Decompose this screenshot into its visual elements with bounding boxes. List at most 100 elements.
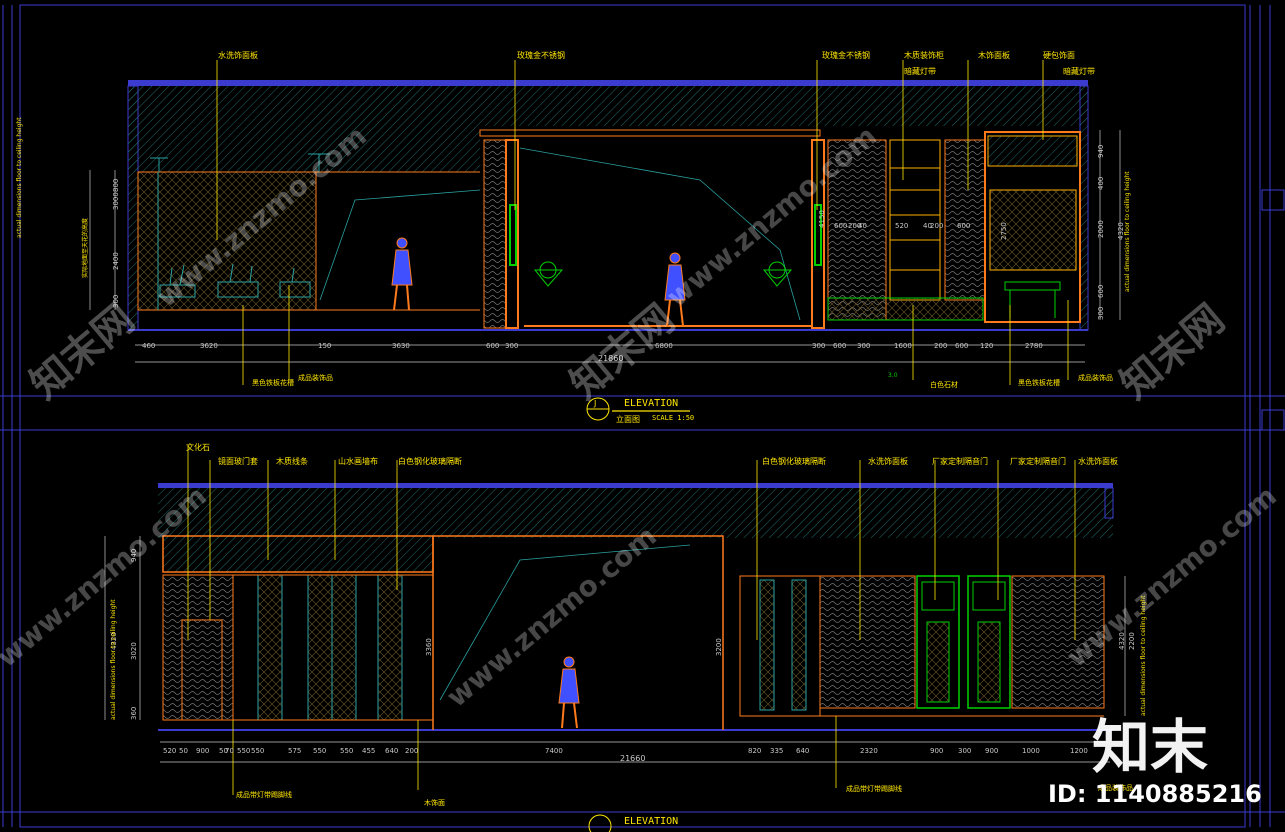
dimension-label: 150 <box>318 342 332 350</box>
callout-code: FB 01 <box>1047 40 1065 47</box>
dimension-label: 40 <box>858 222 867 230</box>
callout-code: WD 04 <box>190 432 211 439</box>
dimension-label: 600 <box>955 342 969 350</box>
dimension-label: 520 <box>895 222 909 230</box>
dimension-label: 800 <box>112 178 120 192</box>
dimension-label: 455 <box>362 747 376 755</box>
dimension-label: 940 <box>1097 144 1105 158</box>
total-width-bottom: 21660 <box>620 754 646 763</box>
callout-text: 黑色铁板花槽 <box>1018 379 1060 387</box>
callout-text: 成品带灯带踢脚线 <box>236 791 292 799</box>
callout-text: 黑色铁板花槽 <box>252 379 294 387</box>
dimension-label: 550 <box>313 747 327 755</box>
callout-code: WD 03 <box>982 40 1003 47</box>
dimension-label: 300 <box>812 342 826 350</box>
dimension-label: 3020 <box>130 642 138 660</box>
callout-code: GL 03 <box>222 446 240 453</box>
dimension-label: 600 <box>833 342 847 350</box>
callout-text: 白色钢化玻璃隔断 <box>762 457 826 466</box>
dimension-label: 820 <box>748 747 762 755</box>
height-note-cn-left: 实际地面至天花的高度 <box>82 217 89 278</box>
dimension-label: 600 <box>1097 284 1105 298</box>
callout-code: MT 02 <box>826 40 845 47</box>
dimension-label: 50 <box>179 747 188 755</box>
callout-code: FB 03 <box>342 446 360 453</box>
callout-text: 成品装饰品 <box>298 374 333 382</box>
dimension-label: 300 <box>1097 306 1105 320</box>
dimension-label: 300 <box>958 747 972 755</box>
dimension-label: 550 <box>237 747 251 755</box>
dimension-label: 200 <box>405 747 419 755</box>
watermark-id: ID: 1140885216 <box>1048 780 1262 808</box>
callout-code: ST 04 <box>1082 446 1100 453</box>
section-tag: 3.0 <box>888 372 898 379</box>
elevation-subtitle-top: 立面图 <box>616 415 640 424</box>
dimension-label: 600 <box>957 222 971 230</box>
dimension-label: 360 <box>130 706 138 720</box>
callout-text: 水洗饰面板 <box>1078 457 1118 466</box>
dimension-label: 200 <box>930 222 944 230</box>
callout-text: 暗藏灯带 <box>904 67 936 76</box>
callout-text: 木质装饰柜 <box>904 51 944 60</box>
height-note-right: actual dimensions floor to ceiling heigh… <box>1124 171 1131 292</box>
dimension-label: 550 <box>340 747 354 755</box>
dimension-label: 335 <box>770 747 784 755</box>
callout-text: 厂家定制隔音门 <box>1010 457 1066 466</box>
elevation-scale-top: SCALE 1:50 <box>652 414 695 422</box>
dimension-label: 600 <box>834 222 848 230</box>
dimension-label: 600 <box>486 342 500 350</box>
callout-code: MT 02 <box>521 40 540 47</box>
inner-height-3200: 3200 <box>715 638 723 656</box>
dimension-label: 460 <box>142 342 156 350</box>
dimension-label: 1200 <box>1070 747 1088 755</box>
callout-text: 镜面玻门套 <box>218 457 258 466</box>
callout-text: 山水画墙布 <box>338 457 378 466</box>
dimension-label: 640 <box>385 747 399 755</box>
inner-height-4150: 4150 <box>818 210 826 228</box>
height-note-left: actual dimensions floor to ceiling heigh… <box>16 117 23 238</box>
callout-code: GL 01 <box>766 446 784 453</box>
callout-text: 白色石材 <box>930 381 958 389</box>
dimension-label: 2200 <box>1128 632 1136 650</box>
callout-text: 木质线条 <box>276 457 308 466</box>
callout-text: 白色钢化玻璃隔断 <box>398 457 462 466</box>
dimension-label: 300 <box>857 342 871 350</box>
dimension-label: 900 <box>196 747 210 755</box>
callout-text: 暗藏灯带 <box>1063 67 1095 76</box>
dimension-label: 70 <box>225 747 234 755</box>
callout-text: 木饰面 <box>424 799 445 807</box>
dimension-label: 520 <box>163 747 177 755</box>
dimension-label: 2780 <box>1025 342 1043 350</box>
dimension-label: 2000 <box>1097 220 1105 238</box>
dimension-label: 1000 <box>1022 747 1040 755</box>
callout-text: 文化石 <box>186 443 210 452</box>
callout-code: ST 05 <box>872 446 890 453</box>
elevation-title-bottom: ELEVATION <box>624 816 679 827</box>
inner-height-2750: 2750 <box>1000 222 1008 240</box>
dimension-label: 575 <box>288 747 302 755</box>
callout-text: 木饰面板 <box>978 51 1010 60</box>
dimension-label: 400 <box>1097 176 1105 190</box>
callout-text: 水洗饰面板 <box>868 457 908 466</box>
dimension-label: 900 <box>930 747 944 755</box>
callout-code: GL 01 <box>402 446 420 453</box>
dimension-label: 300 <box>505 342 519 350</box>
watermark-brand: 知末 <box>1092 713 1209 781</box>
callout-text: 厂家定制隔音门 <box>932 457 988 466</box>
elevation-title-top: ELEVATION <box>624 398 679 409</box>
callout-text: 成品装饰品 <box>1078 374 1113 382</box>
callout-code: ST 04 <box>222 40 240 47</box>
callout-text: 硬包饰面 <box>1043 51 1075 60</box>
callout-code: WD 03 <box>280 446 301 453</box>
callout-text: 玫瑰金不锈钢 <box>517 51 565 60</box>
dimension-label: 2400 <box>112 252 120 270</box>
dimension-label: 7400 <box>545 747 563 755</box>
dimension-label: 120 <box>980 342 994 350</box>
dimension-label: 640 <box>796 747 810 755</box>
dimension-label: 200 <box>934 342 948 350</box>
dimension-label: 1600 <box>894 342 912 350</box>
inner-height-3360: 3360 <box>425 638 433 656</box>
dimension-label: 3620 <box>200 342 218 350</box>
dimension-label: 3000 <box>112 192 120 210</box>
height-note-bottom-left: actual dimensions floor to ceiling heigh… <box>110 599 117 720</box>
